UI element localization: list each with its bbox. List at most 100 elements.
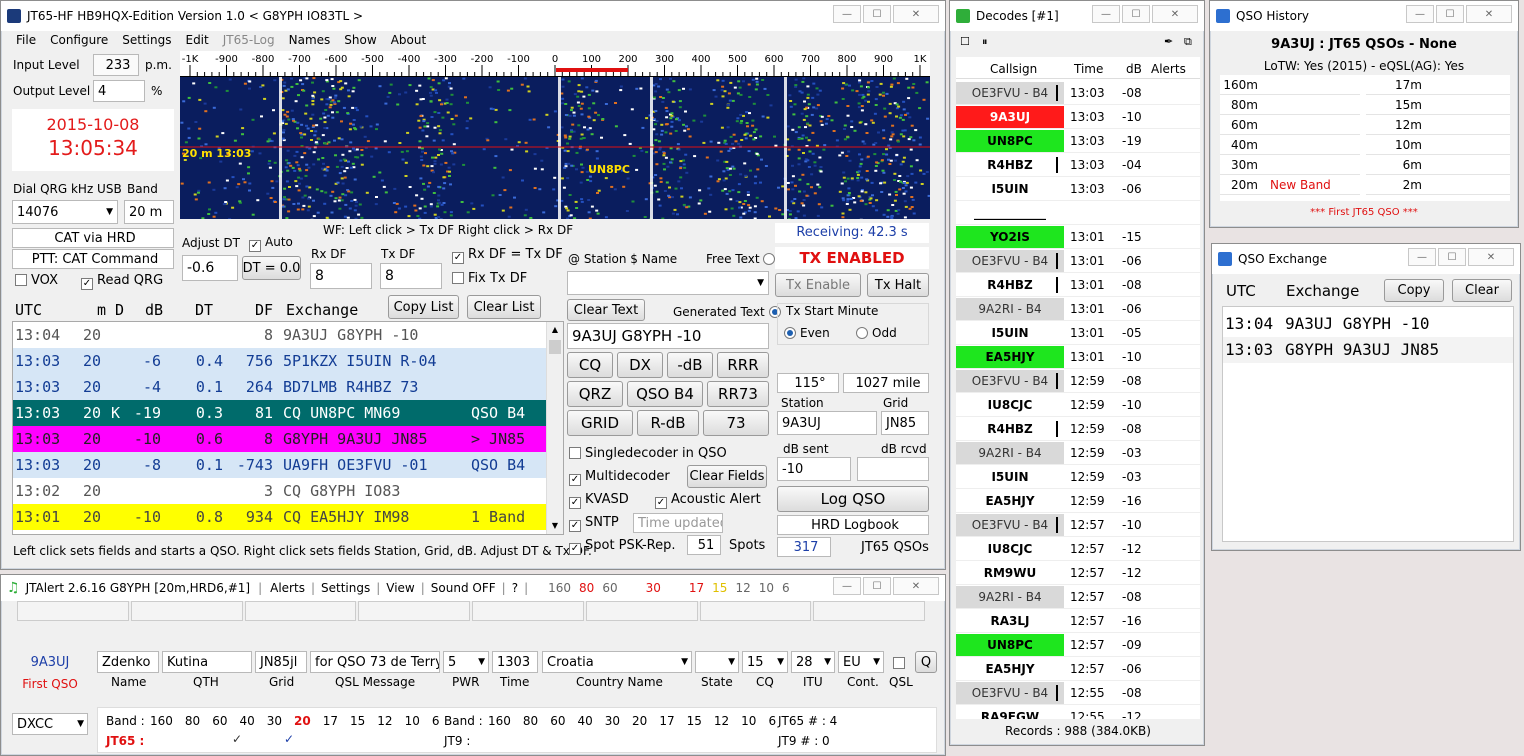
- grid-field-alert[interactable]: JN85jl: [255, 651, 307, 673]
- grid-field[interactable]: JN85: [881, 411, 929, 435]
- decodes-row[interactable]: ____________: [956, 201, 1200, 225]
- multidecoder-checkbox[interactable]: ✓ Multidecoder: [569, 469, 670, 486]
- decode-row[interactable]: 13:01 20 -10 0.8 934 CQ EA5HJY IM98 1 Band: [13, 504, 547, 530]
- free-text-select[interactable]: ▼: [567, 271, 769, 295]
- macro-qso-b4-button[interactable]: QSO B4: [627, 381, 703, 407]
- macro-cq-button[interactable]: CQ: [567, 352, 613, 378]
- menu-edit[interactable]: Edit: [185, 33, 208, 51]
- state-select[interactable]: ▼: [695, 651, 739, 673]
- menu-file[interactable]: File: [16, 33, 36, 51]
- itu-zone-select[interactable]: 28 ▼: [791, 651, 835, 673]
- macro-grid-button[interactable]: GRID: [567, 410, 633, 436]
- output-level-spinner[interactable]: 4: [93, 80, 145, 102]
- decodes-row[interactable]: UN8PC 13:03 -19: [956, 129, 1200, 153]
- jtalert-titlebar[interactable]: ♫ JTAlert 2.6.16 G8YPH [20m,HRD6,#1] | A…: [1, 575, 945, 601]
- decodes-titlebar[interactable]: Decodes [#1] — ☐ ✕: [950, 1, 1204, 31]
- decode-row[interactable]: 13:03 20 -8 0.1 -743 UA9FH OE3FVU -01 QSO B4: [13, 452, 547, 478]
- decodes-row[interactable]: OE3FVU - B4 12:57 -10: [956, 513, 1200, 537]
- macro-dx-button[interactable]: DX: [617, 352, 663, 378]
- qso-history-titlebar[interactable]: QSO History — ☐ ✕: [1210, 1, 1518, 31]
- waterfall-display[interactable]: 20 m 13:03 UN8PC: [180, 77, 930, 219]
- macro-rr73-button[interactable]: RR73: [707, 381, 769, 407]
- decodes-row[interactable]: OE3FVU - B4 13:03 -08: [956, 81, 1200, 105]
- window-icon[interactable]: ☐: [960, 35, 970, 48]
- even-radio[interactable]: Even: [784, 326, 830, 340]
- macro-r-db-button[interactable]: R-dB: [637, 410, 699, 436]
- pwr-select[interactable]: 5 ▼: [443, 651, 489, 673]
- clear-fields-button[interactable]: Clear Fields: [687, 465, 767, 488]
- jtalert-menu-sound[interactable]: Sound OFF: [431, 581, 496, 595]
- decode-row[interactable]: 13:03 20 -6 0.4 756 5P1KZX I5UIN R-04: [13, 348, 547, 374]
- exchange-copy-button[interactable]: Copy: [1384, 279, 1444, 302]
- decode-row[interactable]: 13:03 20 -10 0.6 8 G8YPH 9A3UJ JN85 > JN85: [13, 426, 547, 452]
- decode-row[interactable]: 13:03 20 K -19 0.3 81 CQ UN8PC MN69 QSO B4: [13, 400, 547, 426]
- minimize-icon[interactable]: —: [1408, 248, 1436, 266]
- decodes-row[interactable]: 9A2RI - B4 12:59 -03: [956, 441, 1200, 465]
- dxcc-select[interactable]: DXCC ▼: [12, 713, 88, 735]
- jt65-titlebar[interactable]: JT65-HF HB9HQX-Edition Version 1.0 < G8Y…: [1, 1, 945, 31]
- menu-about[interactable]: About: [391, 33, 426, 51]
- decodes-row[interactable]: EA5HJY 12:59 -16: [956, 489, 1200, 513]
- maximize-icon[interactable]: ☐: [863, 5, 891, 23]
- continent-select[interactable]: EU ▼: [838, 651, 884, 673]
- scroll-up-icon[interactable]: ▲: [547, 322, 563, 338]
- minimize-icon[interactable]: —: [1092, 5, 1120, 23]
- decodes-row[interactable]: 9A2RI - B4 12:57 -08: [956, 585, 1200, 609]
- jtalert-menu-view[interactable]: View: [386, 581, 414, 595]
- tx-halt-button[interactable]: Tx Halt: [867, 273, 929, 297]
- decodes-row[interactable]: OE3FVU - B4 13:01 -06: [956, 249, 1200, 273]
- decode-row[interactable]: 13:04 20 8 9A3UJ G8YPH -10: [13, 322, 547, 348]
- decodes-row[interactable]: OE3FVU - B4 12:55 -08: [956, 681, 1200, 705]
- station-field[interactable]: 9A3UJ: [777, 411, 877, 435]
- close-icon[interactable]: ✕: [893, 577, 939, 595]
- macro-73-button[interactable]: 73: [703, 410, 769, 436]
- read-qrg-checkbox[interactable]: ✓ Read QRG: [81, 273, 163, 290]
- qso-exchange-titlebar[interactable]: QSO Exchange — ☐ ✕: [1212, 244, 1520, 274]
- decodes-row[interactable]: EA5HJY 13:01 -10: [956, 345, 1200, 369]
- time-field-alert[interactable]: 1303: [492, 651, 538, 673]
- macro-db-button[interactable]: -dB: [667, 352, 713, 378]
- qsl-message-field[interactable]: for QSO 73 de Terry: [310, 651, 440, 673]
- rx-eq-tx-checkbox[interactable]: ✓ Rx DF = Tx DF: [452, 247, 563, 264]
- exchange-clear-button[interactable]: Clear: [1452, 279, 1512, 302]
- decodes-row[interactable]: I5UIN 13:01 -05: [956, 321, 1200, 345]
- decodes-row[interactable]: UN8PC 12:57 -09: [956, 633, 1200, 657]
- minimize-icon[interactable]: —: [833, 577, 861, 595]
- maximize-icon[interactable]: ☐: [1122, 5, 1150, 23]
- restore-icon[interactable]: ⧉: [1184, 35, 1192, 49]
- close-icon[interactable]: ✕: [1466, 5, 1512, 23]
- log-qso-button[interactable]: Log QSO: [777, 486, 929, 512]
- singledecoder-checkbox[interactable]: Singledecoder in QSO: [569, 446, 727, 461]
- copy-list-button[interactable]: Copy List: [388, 295, 459, 319]
- maximize-icon[interactable]: ☐: [1436, 5, 1464, 23]
- scroll-down-icon[interactable]: ▼: [547, 518, 563, 534]
- exchange-row[interactable]: 13:04 9A3UJ G8YPH -10: [1223, 311, 1513, 337]
- menu-jt65-log[interactable]: JT65-Log: [223, 33, 275, 51]
- sntp-checkbox[interactable]: ✓ SNTP: [569, 515, 619, 532]
- menu-names[interactable]: Names: [289, 33, 331, 51]
- menu-settings[interactable]: Settings: [122, 33, 171, 51]
- decodes-row[interactable]: 9A2RI - B4 13:01 -06: [956, 297, 1200, 321]
- db-rcvd-field[interactable]: [857, 457, 929, 481]
- free-text-radio[interactable]: Free Text: [706, 252, 779, 266]
- spot-psk-checkbox[interactable]: ✓ Spot PSK-Rep.: [569, 538, 675, 555]
- fix-tx-checkbox[interactable]: Fix Tx DF: [452, 271, 527, 286]
- rx-df-spinner[interactable]: 8: [310, 263, 372, 289]
- q-button[interactable]: Q: [915, 651, 937, 673]
- clear-list-button[interactable]: Clear List: [467, 295, 541, 319]
- macro-qrz-button[interactable]: QRZ: [567, 381, 623, 407]
- maximize-icon[interactable]: ☐: [863, 577, 891, 595]
- qsl-checkbox[interactable]: [893, 656, 909, 670]
- jtalert-menu-help[interactable]: ?: [512, 581, 518, 595]
- db-sent-field[interactable]: -10: [777, 457, 851, 481]
- decodes-row[interactable]: R4HBZ 13:01 -08: [956, 273, 1200, 297]
- minimize-icon[interactable]: —: [1406, 5, 1434, 23]
- close-icon[interactable]: ✕: [1468, 248, 1514, 266]
- decodes-row[interactable]: I5UIN 12:59 -03: [956, 465, 1200, 489]
- pin-icon[interactable]: ✒: [1164, 35, 1173, 48]
- decodes-row[interactable]: EA5HJY 12:57 -06: [956, 657, 1200, 681]
- close-icon[interactable]: ✕: [1152, 5, 1198, 23]
- decodes-row[interactable]: IU8CJC 12:57 -12: [956, 537, 1200, 561]
- menu-show[interactable]: Show: [344, 33, 376, 51]
- generated-text-field[interactable]: 9A3UJ G8YPH -10: [567, 323, 769, 349]
